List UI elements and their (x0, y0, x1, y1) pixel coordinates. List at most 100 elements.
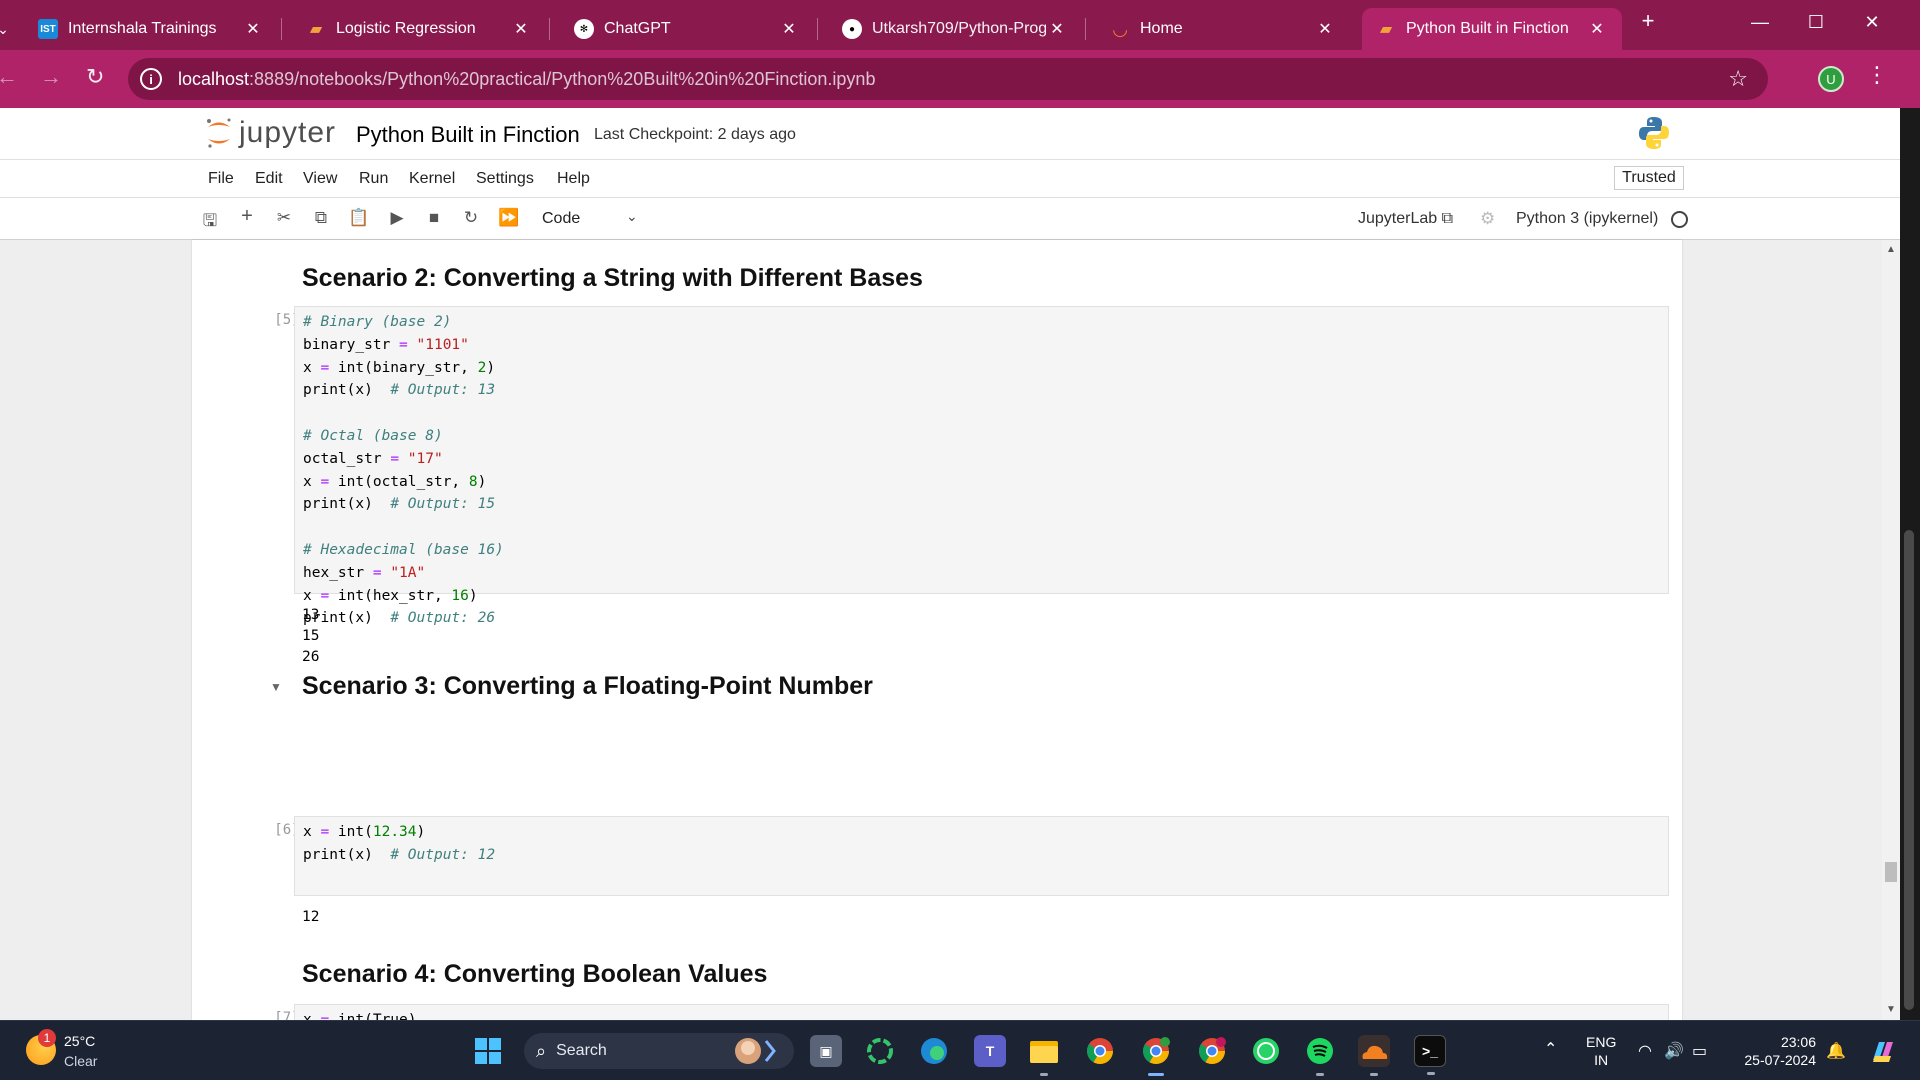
teams-icon[interactable]: T (974, 1035, 1006, 1067)
stop-icon[interactable]: ■ (423, 208, 445, 228)
menu-run[interactable]: Run (359, 170, 388, 188)
wifi-icon[interactable]: ◠ (1638, 1041, 1652, 1061)
bookmark-star-icon[interactable]: ☆ (1728, 66, 1748, 92)
reload-icon[interactable]: ↻ (86, 64, 104, 90)
menu-edit[interactable]: Edit (255, 170, 283, 188)
notebook-panel[interactable]: Scenario 2: Converting a String with Dif… (192, 240, 1682, 1020)
last-checkpoint: Last Checkpoint: 2 days ago (594, 126, 796, 143)
run-icon[interactable]: ▶ (386, 208, 408, 228)
kernel-name[interactable]: Python 3 (ipykernel) (1516, 210, 1658, 228)
scroll-up-icon[interactable]: ▲ (1886, 244, 1896, 255)
notebook-scrollbar[interactable]: ▲ ▼ (1882, 240, 1900, 1020)
close-icon[interactable]: ✕ (1586, 19, 1608, 39)
taskbar-search[interactable]: ⌕ Search (524, 1033, 794, 1069)
task-view-icon[interactable]: ▣ (810, 1035, 842, 1067)
cloudflare-icon[interactable] (1358, 1035, 1390, 1076)
chevron-up-icon[interactable]: ⌃ (1544, 1039, 1557, 1059)
menu-view[interactable]: View (303, 170, 337, 188)
external-link-icon: ⧉ (1441, 210, 1454, 227)
close-icon[interactable]: ✕ (778, 19, 800, 39)
menu-file[interactable]: File (208, 170, 234, 188)
jupyter-header: jupyter Python Built in Finction Last Ch… (0, 108, 1900, 160)
jupyterlab-link[interactable]: JupyterLab ⧉ (1358, 210, 1453, 228)
code-token: int(hex_str, (329, 587, 452, 604)
chrome-icon[interactable] (1084, 1035, 1116, 1067)
cell-type-select[interactable]: Code (542, 210, 580, 228)
battery-icon[interactable]: ▭ (1692, 1041, 1707, 1061)
terminal-icon[interactable]: >_ (1414, 1035, 1446, 1075)
code-token: "1101" (416, 336, 469, 353)
cell-output: 13 15 26 (302, 607, 320, 665)
notebook-toolbar: 🖫 + ✂ ⧉ 📋 ▶ ■ ↻ ⏩ Code ⌄ JupyterLab ⧉ ⚙ … (0, 198, 1900, 240)
tab-search-chevron[interactable]: ⌄ (0, 8, 14, 50)
address-bar[interactable]: i localhost:8889/notebooks/Python%20prac… (128, 58, 1768, 100)
menu-help[interactable]: Help (557, 170, 590, 188)
close-icon[interactable]: ✕ (242, 19, 264, 39)
run-all-icon[interactable]: ⏩ (498, 208, 520, 228)
code-cell[interactable]: # Binary (base 2) binary_str = "1101" x = … (294, 306, 1669, 626)
site-info-icon[interactable]: i (140, 68, 162, 90)
cut-icon[interactable]: ✂ (273, 208, 295, 228)
close-icon[interactable]: ✕ (1314, 19, 1336, 39)
back-icon[interactable]: ← (0, 64, 18, 90)
weather-temperature[interactable]: 25°C (64, 1033, 95, 1049)
clock-date: 25-07-2024 (1744, 1052, 1816, 1068)
notebook-title[interactable]: Python Built in Finction (356, 122, 580, 148)
page-scrollbar-thumb[interactable] (1904, 530, 1914, 1010)
chrome-profile-icon[interactable] (1140, 1035, 1172, 1076)
scroll-down-icon[interactable]: ▼ (1886, 1004, 1896, 1015)
chrome-profile-icon[interactable] (1196, 1035, 1228, 1067)
forward-icon[interactable]: → (40, 64, 62, 90)
tab-divider (817, 18, 818, 40)
code-cell[interactable]: x = int(True) (294, 1004, 1669, 1020)
save-icon[interactable]: 🖫 (199, 208, 221, 237)
menu-settings[interactable]: Settings (476, 170, 534, 188)
url-path: :8889/notebooks/Python%20practical/Pytho… (249, 68, 876, 89)
tab-python-built-in[interactable]: ▰ Python Built in Finction ✕ (1362, 8, 1622, 50)
profile-avatar[interactable]: U (1818, 66, 1844, 92)
tab-github[interactable]: ● Utkarsh709/Python-Progra ✕ (828, 8, 1082, 50)
paste-icon[interactable]: 📋 (348, 208, 370, 228)
browser-menu-icon[interactable]: ⋮ (1866, 62, 1888, 88)
copilot-icon[interactable] (864, 1035, 896, 1067)
tab-home[interactable]: ◡ Home ✕ (1096, 8, 1350, 50)
code-token: # Output: 26 (390, 610, 496, 627)
close-icon[interactable]: ✕ (1046, 19, 1068, 39)
edge-icon[interactable] (918, 1035, 950, 1067)
maximize-icon[interactable]: ☐ (1796, 12, 1836, 33)
weather-condition[interactable]: Clear (64, 1053, 97, 1069)
code-token: # Output: 13 (390, 382, 496, 399)
insert-cell-icon[interactable]: + (236, 205, 258, 228)
collapse-caret-icon[interactable]: ▼ (270, 680, 282, 694)
code-cell[interactable]: x = int(12.34) print(x) # Output: 12 (294, 816, 1669, 896)
chevron-down-icon[interactable]: ⌄ (626, 208, 638, 225)
scrollbar-thumb[interactable] (1885, 862, 1897, 882)
code-token: x (303, 473, 321, 490)
close-window-icon[interactable]: ✕ (1852, 12, 1892, 33)
code-line: print(x) # Output: 12 (295, 844, 1668, 867)
notification-bell-icon[interactable]: 🔔 (1826, 1041, 1846, 1061)
close-icon[interactable]: ✕ (510, 19, 532, 39)
spotify-icon[interactable] (1304, 1035, 1336, 1076)
tab-divider (1085, 18, 1086, 40)
trusted-indicator[interactable]: Trusted (1614, 166, 1684, 190)
start-menu-icon[interactable] (472, 1035, 504, 1067)
new-tab-button[interactable]: + (1628, 8, 1668, 34)
tab-logistic-regression[interactable]: ▰ Logistic Regression ✕ (292, 8, 546, 50)
tab-chatgpt[interactable]: ✻ ChatGPT ✕ (560, 8, 814, 50)
language-indicator[interactable]: ENG IN (1586, 1033, 1616, 1069)
whatsapp-icon[interactable] (1250, 1035, 1282, 1067)
copy-icon[interactable]: ⧉ (310, 208, 332, 228)
volume-icon[interactable]: 🔊 (1664, 1041, 1684, 1061)
windows-taskbar: 1 25°C Clear ⌕ Search ▣ T >_ ⌃ ENG IN ◠ 🔊… (0, 1020, 1920, 1080)
jupyter-logo[interactable]: jupyter (205, 116, 336, 150)
clock[interactable]: 23:06 25-07-2024 (1738, 1033, 1816, 1069)
tab-internshala[interactable]: IST Internshala Trainings ✕ (24, 8, 278, 50)
address-row: ← → ↻ i localhost:8889/notebooks/Python%… (0, 50, 1920, 108)
menu-kernel[interactable]: Kernel (409, 170, 455, 188)
copilot-preview-icon[interactable] (1866, 1035, 1898, 1067)
file-explorer-icon[interactable] (1028, 1035, 1060, 1076)
minimize-icon[interactable]: — (1740, 12, 1780, 33)
restart-icon[interactable]: ↻ (460, 208, 482, 228)
